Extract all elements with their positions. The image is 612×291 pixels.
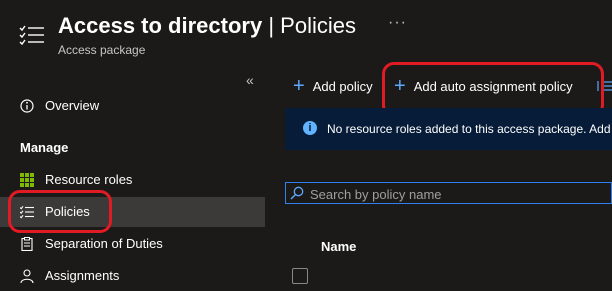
info-icon: i	[303, 121, 317, 135]
page-title-separator: |	[262, 13, 281, 38]
column-header-name[interactable]: Name	[321, 239, 356, 254]
more-options-button[interactable]: ···	[388, 14, 407, 32]
sidebar-item-separation-of-duties[interactable]: Separation of Duties	[0, 229, 265, 259]
list-icon	[19, 25, 44, 46]
sidebar-item-assignments[interactable]: Assignments	[0, 261, 265, 291]
info-message-bar: i No resource roles added to this access…	[285, 108, 612, 150]
info-message-text: No resource roles added to this access p…	[327, 122, 612, 136]
search-box[interactable]	[285, 182, 612, 204]
sidebar-item-overview[interactable]: Overview	[0, 91, 265, 121]
add-policy-label: Add policy	[312, 78, 373, 94]
clipboard-icon	[21, 237, 33, 251]
grid-icon	[20, 173, 34, 187]
page-title-main: Access to directory	[58, 13, 263, 38]
search-input[interactable]	[308, 185, 602, 203]
page-title: Access to directory | Policies	[58, 12, 356, 40]
add-policy-button[interactable]: + Add policy	[293, 75, 373, 97]
people-icon	[20, 269, 34, 283]
row-checkbox[interactable]	[292, 268, 308, 284]
sidebar-item-label: Separation of Duties	[45, 236, 163, 251]
page-title-section: Policies	[280, 13, 356, 38]
plus-icon: +	[293, 75, 305, 97]
info-icon	[20, 99, 34, 113]
sidebar-section-manage: Manage	[20, 140, 69, 155]
search-icon	[290, 186, 304, 200]
sidebar-item-label: Assignments	[45, 268, 120, 283]
sidebar-item-label: Resource roles	[45, 172, 133, 187]
collapse-sidebar-button[interactable]: «	[246, 72, 254, 88]
sidebar-item-label: Overview	[45, 98, 100, 113]
highlight-policies	[8, 190, 112, 233]
page-subtitle: Access package	[58, 43, 146, 57]
